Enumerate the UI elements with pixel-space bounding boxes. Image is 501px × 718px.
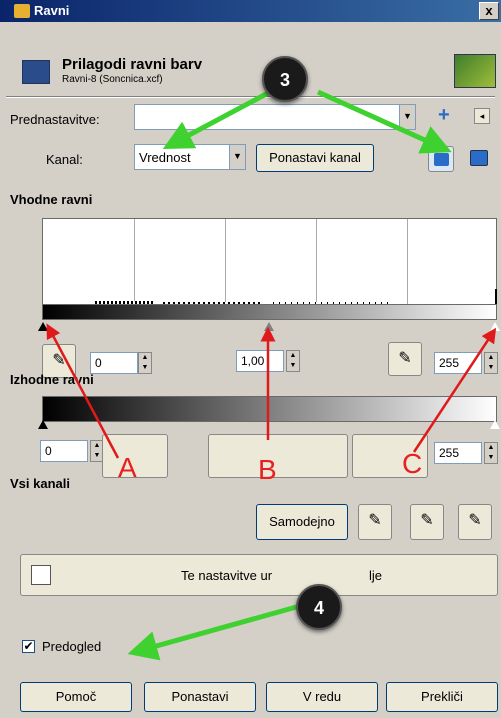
annotation-c: C bbox=[402, 448, 423, 479]
collapse-icon[interactable]: ◂ bbox=[474, 108, 490, 124]
cancel-button[interactable]: Prekliči bbox=[386, 682, 498, 712]
histogram-peak bbox=[495, 289, 497, 305]
input-low-spinner[interactable]: ▲ ▼ bbox=[138, 352, 152, 374]
linear-histogram-icon bbox=[434, 153, 449, 166]
output-low-field[interactable]: 0 bbox=[40, 440, 88, 462]
app-icon bbox=[14, 4, 30, 18]
linear-histogram-button[interactable] bbox=[428, 146, 454, 172]
histogram-gridline bbox=[316, 219, 317, 305]
spin-down-icon[interactable]: ▼ bbox=[290, 362, 297, 369]
black-picker-button[interactable]: ✎ bbox=[358, 504, 392, 540]
edit-in-curves-label-start: Te nastavitve ur bbox=[181, 568, 273, 583]
add-preset-icon[interactable]: + bbox=[438, 104, 450, 127]
spin-down-icon[interactable]: ▼ bbox=[142, 364, 149, 371]
white-picker-button[interactable]: ✎ bbox=[458, 504, 492, 540]
output-high-field[interactable]: 255 bbox=[434, 442, 482, 464]
spin-down-icon[interactable]: ▼ bbox=[488, 364, 495, 371]
histogram-gridline bbox=[225, 219, 226, 305]
gray-picker-button[interactable]: ✎ bbox=[410, 504, 444, 540]
chevron-down-icon[interactable]: ▼ bbox=[399, 105, 415, 129]
output-area-middle bbox=[208, 434, 348, 478]
spin-up-icon[interactable]: ▲ bbox=[488, 444, 495, 451]
dialog-subtitle: Ravni-8 (Soncnica.xcf) bbox=[62, 74, 163, 85]
reset-channel-button[interactable]: Ponastavi kanal bbox=[256, 144, 374, 172]
spin-down-icon[interactable]: ▼ bbox=[94, 452, 101, 459]
input-gamma-spinner[interactable]: ▲ ▼ bbox=[286, 350, 300, 372]
spin-up-icon[interactable]: ▲ bbox=[94, 442, 101, 449]
channel-label: Kanal: bbox=[46, 152, 83, 167]
input-gamma-handle[interactable] bbox=[264, 322, 274, 331]
edit-in-curves-label-end: lje bbox=[369, 568, 383, 583]
spin-up-icon[interactable]: ▲ bbox=[290, 352, 297, 359]
input-high-handle[interactable] bbox=[490, 322, 500, 331]
spin-down-icon[interactable]: ▼ bbox=[488, 454, 495, 461]
edit-in-curves-button[interactable]: Te nastavitve ur lje bbox=[20, 554, 498, 596]
output-low-handle[interactable] bbox=[38, 420, 48, 429]
image-thumbnail bbox=[454, 54, 496, 88]
curves-icon bbox=[31, 565, 51, 585]
header-divider bbox=[6, 96, 495, 98]
input-low-field[interactable]: 0 bbox=[90, 352, 138, 374]
white-point-picker-button[interactable]: ✎ bbox=[388, 342, 422, 376]
histogram-gridline bbox=[407, 219, 408, 305]
levels-icon bbox=[22, 60, 50, 84]
all-channels-heading: Vsi kanali bbox=[10, 476, 70, 491]
output-high-handle[interactable] bbox=[490, 420, 500, 429]
output-gradient-bar bbox=[42, 396, 497, 422]
input-levels-heading: Vhodne ravni bbox=[10, 192, 93, 207]
presets-combo[interactable]: ▼ bbox=[134, 104, 416, 130]
input-gamma-field[interactable]: 1,00 bbox=[236, 350, 284, 372]
eyedropper-icon: ✎ bbox=[398, 350, 412, 367]
eyedropper-icon: ✎ bbox=[368, 512, 382, 529]
preview-checkbox[interactable]: ✔ bbox=[22, 640, 35, 653]
annotation-b: B bbox=[258, 454, 277, 485]
ok-button[interactable]: V redu bbox=[266, 682, 378, 712]
callout-4: 4 bbox=[296, 584, 342, 630]
eyedropper-icon: ✎ bbox=[52, 352, 66, 369]
annotation-a: A bbox=[118, 452, 137, 483]
preview-label[interactable]: Predogled bbox=[42, 639, 101, 654]
close-button[interactable]: x bbox=[479, 2, 499, 20]
window-title: Ravni bbox=[34, 3, 70, 18]
help-button[interactable]: Pomoč bbox=[20, 682, 132, 712]
eyedropper-icon: ✎ bbox=[468, 512, 482, 529]
input-gradient-bar bbox=[42, 304, 497, 320]
auto-button[interactable]: Samodejno bbox=[256, 504, 348, 540]
input-high-field[interactable]: 255 bbox=[434, 352, 482, 374]
histogram bbox=[42, 218, 497, 306]
spin-up-icon[interactable]: ▲ bbox=[488, 354, 495, 361]
input-high-spinner[interactable]: ▲ ▼ bbox=[484, 352, 498, 374]
histogram-gridline bbox=[134, 219, 135, 305]
channel-combo[interactable]: Vrednost ▼ bbox=[134, 144, 246, 170]
callout-3: 3 bbox=[262, 56, 308, 102]
input-low-handle[interactable] bbox=[38, 322, 48, 331]
dialog-title: Prilagodi ravni barv bbox=[62, 56, 203, 73]
output-levels-heading: Izhodne ravni bbox=[10, 372, 94, 387]
reset-button[interactable]: Ponastavi bbox=[144, 682, 256, 712]
channel-value: Vrednost bbox=[139, 150, 191, 165]
title-bar bbox=[0, 0, 501, 22]
output-high-spinner[interactable]: ▲ ▼ bbox=[484, 442, 498, 464]
eyedropper-icon: ✎ bbox=[420, 512, 434, 529]
spin-up-icon[interactable]: ▲ bbox=[142, 354, 149, 361]
presets-label: Prednastavitve: bbox=[10, 112, 100, 127]
log-histogram-icon[interactable] bbox=[470, 150, 488, 166]
chevron-down-icon[interactable]: ▼ bbox=[229, 145, 245, 169]
